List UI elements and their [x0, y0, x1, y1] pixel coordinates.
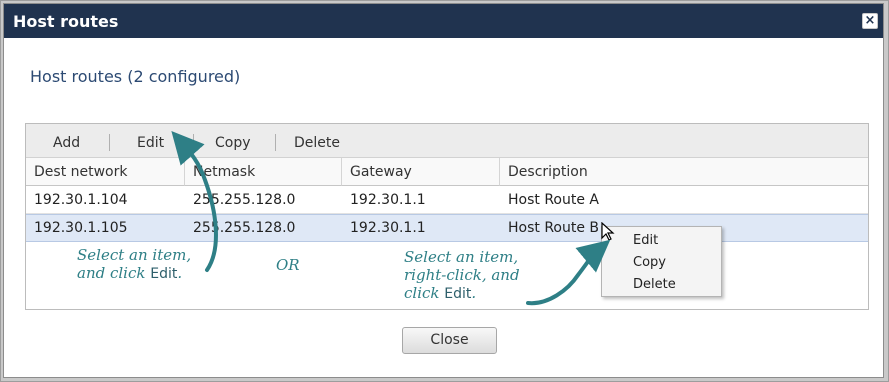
- cell-netmask: 255.255.128.0: [193, 220, 296, 236]
- column-header-netmask[interactable]: Netmask: [185, 158, 342, 186]
- close-icon[interactable]: ×: [862, 13, 878, 29]
- column-header-dest-network[interactable]: Dest network: [26, 158, 185, 186]
- annotation-left-note: Select an item, and click Edit.: [77, 246, 191, 283]
- annotation-line: and click Edit.: [77, 264, 191, 283]
- annotation-line: Select an item,: [77, 246, 192, 264]
- annotation-right-note: Select an item, right-click, and click E…: [404, 248, 520, 303]
- cell-gateway: 192.30.1.1: [350, 220, 426, 236]
- annotation-text: .: [177, 264, 183, 282]
- cell-dest-network: 192.30.1.105: [34, 220, 128, 236]
- annotation-line: Select an item,: [404, 248, 519, 266]
- annotation-text: .: [471, 284, 477, 302]
- annotation-text: click: [404, 284, 445, 302]
- column-header-description[interactable]: Description: [500, 158, 868, 186]
- table-row[interactable]: 192.30.1.104 255.255.128.0 192.30.1.1 Ho…: [26, 186, 868, 214]
- annotation-text: and click: [77, 264, 151, 282]
- cell-dest-network: 192.30.1.104: [34, 192, 128, 208]
- column-header-gateway[interactable]: Gateway: [342, 158, 500, 186]
- cell-description: Host Route B: [508, 220, 600, 236]
- annotation-or: OR: [276, 256, 300, 274]
- dialog-titlebar: Host routes ×: [4, 4, 883, 38]
- cell-gateway: 192.30.1.1: [350, 192, 426, 208]
- dialog-title: Host routes: [13, 12, 119, 31]
- host-routes-dialog: Host routes × Host routes (2 configured)…: [3, 3, 884, 378]
- add-button[interactable]: Add: [53, 135, 80, 151]
- annotation-keyword: Edit: [444, 286, 472, 302]
- toolbar-separator: [275, 134, 276, 151]
- edit-button[interactable]: Edit: [137, 135, 164, 151]
- mouse-pointer-icon: [601, 222, 615, 241]
- cell-netmask: 255.255.128.0: [193, 192, 296, 208]
- close-button[interactable]: Close: [402, 327, 497, 354]
- context-menu-copy[interactable]: Copy: [633, 255, 666, 270]
- toolbar-separator: [109, 134, 110, 151]
- toolbar-separator: [193, 134, 194, 151]
- context-menu: Edit Copy Delete: [601, 226, 722, 297]
- context-menu-delete[interactable]: Delete: [633, 277, 676, 292]
- page-title: Host routes (2 configured): [30, 67, 241, 86]
- annotation-line: right-click, and: [404, 266, 520, 284]
- annotation-line: click Edit.: [404, 284, 520, 303]
- grid-toolbar: Add Edit Copy Delete: [26, 124, 868, 158]
- copy-button[interactable]: Copy: [215, 135, 251, 151]
- table-row-selected[interactable]: 192.30.1.105 255.255.128.0 192.30.1.1 Ho…: [26, 214, 868, 242]
- annotation-keyword: Edit: [150, 266, 178, 282]
- delete-button[interactable]: Delete: [294, 135, 340, 151]
- context-menu-edit[interactable]: Edit: [633, 233, 658, 248]
- cell-description: Host Route A: [508, 192, 599, 208]
